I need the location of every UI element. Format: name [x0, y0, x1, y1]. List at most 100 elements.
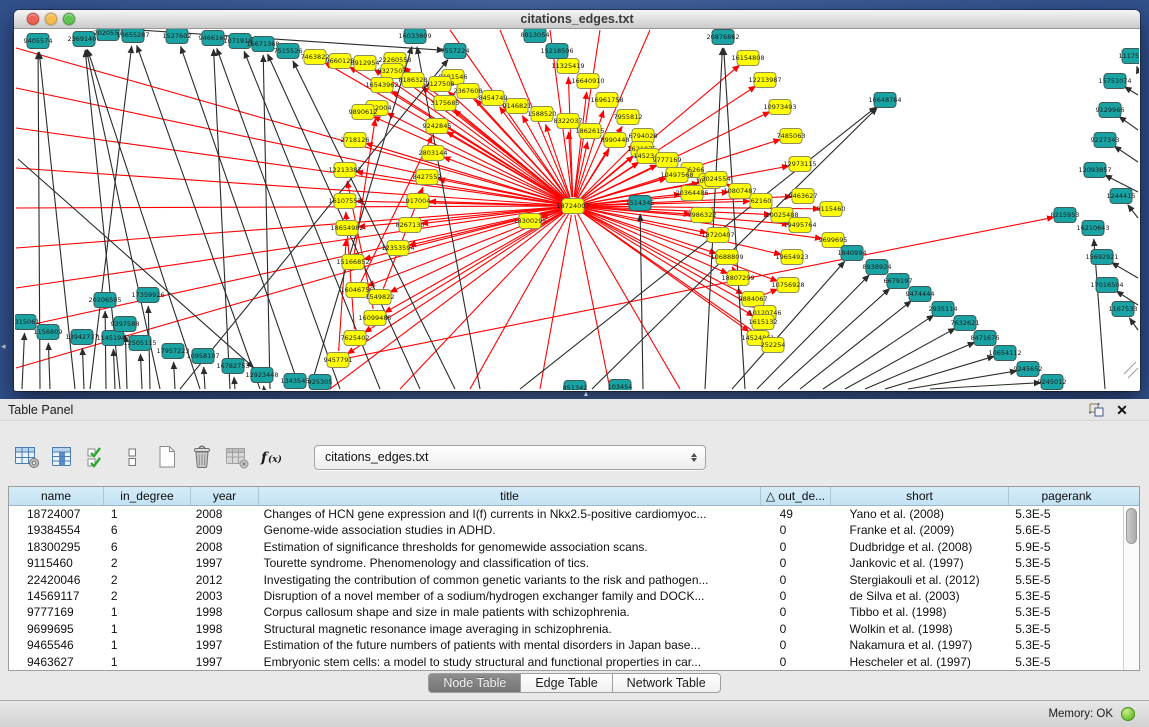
table-columns-icon[interactable]: [47, 443, 77, 471]
graph-node[interactable]: 10654112: [988, 346, 1021, 361]
column-header-in_degree[interactable]: in_degree: [104, 487, 191, 505]
network-canvas[interactable]: 1872400774638229660128891295422260558932…: [15, 29, 1139, 390]
graph-node[interactable]: 9245652: [1014, 362, 1043, 377]
new-column-icon[interactable]: [152, 443, 182, 471]
graph-node[interactable]: 17359926: [131, 288, 164, 303]
graph-node[interactable]: 10756928: [771, 278, 804, 293]
tab-network-table[interactable]: Network Table: [613, 673, 721, 693]
table-row[interactable]: 1830029562008Estimation of significance …: [9, 539, 1122, 555]
table-row[interactable]: 946362711997Embryonic stem cells: a mode…: [9, 654, 1122, 670]
table-row[interactable]: 911546021997Tourette syndrome. Phenomeno…: [9, 555, 1122, 571]
graph-node[interactable]: 8990448: [601, 133, 630, 148]
graph-node[interactable]: 8186328: [399, 73, 428, 88]
graph-node[interactable]: 8267130: [396, 218, 425, 233]
graph-node[interactable]: 917004: [406, 194, 431, 209]
graph-node[interactable]: 8912954: [351, 56, 380, 71]
graph-node[interactable]: 9127508: [426, 77, 455, 92]
graph-node[interactable]: 7515526: [274, 44, 303, 59]
graph-node[interactable]: 10958107: [186, 349, 219, 364]
graph-node[interactable]: 1244415: [1107, 189, 1136, 204]
graph-node[interactable]: 1549822: [366, 290, 395, 305]
column-header-title[interactable]: title: [259, 487, 761, 505]
graph-node[interactable]: 9457791: [324, 353, 353, 368]
graph-node[interactable]: 9777169: [653, 153, 682, 168]
column-header-year[interactable]: year: [191, 487, 259, 505]
table-row[interactable]: 969969511998Structural magnetic resonanc…: [9, 621, 1122, 637]
column-header-pagerank[interactable]: pagerank: [1009, 487, 1124, 505]
select-rows-icon[interactable]: [82, 443, 112, 471]
tab-node-table[interactable]: Node Table: [428, 673, 521, 693]
delete-table-icon[interactable]: [222, 443, 252, 471]
graph-node[interactable]: 16033809: [398, 29, 431, 44]
graph-node[interactable]: 9890612: [349, 105, 378, 120]
scrollbar-thumb[interactable]: [1126, 508, 1137, 544]
tab-edge-table[interactable]: Edge Table: [521, 673, 612, 693]
graph-node[interactable]: 7986322: [688, 208, 717, 223]
network-nodes[interactable]: 1872400774638229660128891295422260558932…: [15, 29, 1139, 390]
graph-node[interactable]: 12213987: [748, 73, 781, 88]
function-builder-icon[interactable]: f(x): [257, 443, 287, 471]
graph-node[interactable]: 10688809: [710, 250, 743, 265]
graph-node[interactable]: 9884067: [739, 292, 768, 307]
graph-node[interactable]: 1514345: [626, 196, 655, 211]
graph-node[interactable]: 16154808: [731, 51, 764, 66]
graph-node[interactable]: 8427552: [413, 170, 442, 185]
graph-node[interactable]: 18720407: [701, 228, 734, 243]
table-gear-icon[interactable]: [12, 443, 42, 471]
splitter-handle[interactable]: ▲: [581, 392, 591, 398]
stacked-cells-icon[interactable]: [117, 443, 147, 471]
graph-node[interactable]: 3024554: [702, 172, 731, 187]
graph-node[interactable]: 20876862: [706, 30, 739, 45]
graph-node[interactable]: 9245012: [1038, 375, 1067, 390]
graph-node[interactable]: 16099485: [358, 311, 391, 326]
graph-node[interactable]: 1343545: [281, 374, 310, 389]
graph-node[interactable]: 1167533: [1109, 302, 1138, 317]
vertical-scrollbar[interactable]: [1123, 506, 1139, 670]
graph-node[interactable]: 1840994: [838, 246, 867, 261]
graph-node[interactable]: 8938924: [863, 260, 892, 275]
memory-status-indicator[interactable]: [1121, 707, 1135, 721]
graph-node[interactable]: 1156809: [34, 325, 63, 340]
graph-node[interactable]: 925305: [308, 375, 333, 390]
graph-node[interactable]: 15218506: [540, 44, 573, 59]
table-selector-dropdown[interactable]: citations_edges.txt: [314, 445, 706, 470]
delete-column-icon[interactable]: [187, 443, 217, 471]
graph-node[interactable]: 8813054: [521, 29, 550, 43]
resize-grip[interactable]: [1124, 362, 1138, 378]
graph-node[interactable]: 1588520: [528, 107, 557, 122]
graph-node[interactable]: 7557224: [441, 44, 470, 59]
graph-node[interactable]: 7485063: [777, 129, 806, 144]
graph-node[interactable]: 8215953: [1051, 208, 1080, 223]
graph-node[interactable]: 3175685: [431, 96, 460, 111]
graph-node[interactable]: 851342: [563, 381, 588, 391]
graph-node[interactable]: 16648784: [868, 93, 901, 108]
table-row[interactable]: 946554611997Estimation of the future num…: [9, 637, 1122, 653]
graph-node[interactable]: 1527602: [163, 29, 192, 44]
column-header-out_degree[interactable]: △ out_de...: [761, 487, 831, 505]
column-header-name[interactable]: name: [9, 487, 104, 505]
graph-node[interactable]: 9242845: [423, 119, 452, 134]
graph-node[interactable]: 12093857: [1078, 163, 1111, 178]
table-row[interactable]: 1938455462009Genome-wide association stu…: [9, 522, 1122, 538]
graph-node[interactable]: 16640910: [571, 74, 604, 89]
panel-collapse-arrow-icon[interactable]: ◂: [1, 341, 6, 352]
graph-node[interactable]: 9474444: [906, 287, 935, 302]
float-panel-icon[interactable]: [1087, 401, 1105, 419]
graph-node[interactable]: 9463627: [789, 189, 818, 204]
graph-node[interactable]: 15751074: [1098, 74, 1131, 89]
graph-node[interactable]: 16210643: [1076, 221, 1109, 236]
graph-node[interactable]: 12923448: [245, 368, 278, 383]
graph-node[interactable]: 17016504: [1090, 278, 1123, 293]
graph-node[interactable]: 16961758: [590, 93, 623, 108]
column-header-short[interactable]: short: [831, 487, 1009, 505]
graph-node[interactable]: 19654923: [775, 250, 808, 265]
graph-node[interactable]: 9397588: [111, 317, 140, 332]
graph-node[interactable]: 6679197: [884, 274, 913, 289]
graph-node[interactable]: 103454: [608, 380, 633, 391]
window-titlebar[interactable]: citations_edges.txt: [14, 10, 1140, 29]
graph-node[interactable]: 2935114: [929, 302, 958, 317]
graph-node[interactable]: 15692921: [1085, 250, 1118, 265]
graph-node[interactable]: 7632621: [951, 316, 980, 331]
graph-node[interactable]: 8471676: [971, 331, 1000, 346]
graph-node[interactable]: 17957223: [156, 344, 189, 359]
